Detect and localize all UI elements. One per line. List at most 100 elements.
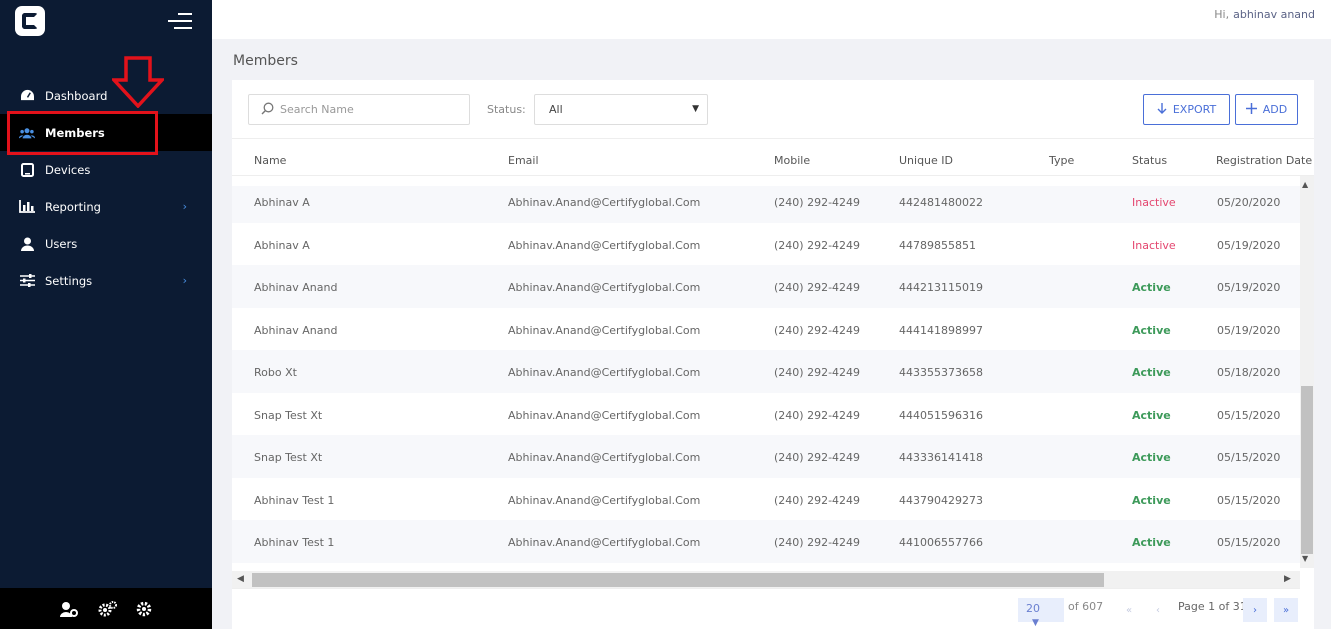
chevron-right-icon: › [182,274,187,287]
column-header-email[interactable]: Email [508,154,539,167]
cell-registration-date: 05/19/2020 [1217,238,1281,252]
chevron-right-icon: › [1253,604,1257,616]
column-header-type[interactable]: Type [1049,154,1074,167]
cell-unique-id: 443790429273 [899,493,983,507]
table-row[interactable]: Abhinav A Abhinav.Anand@Certifyglobal.Com… [232,186,1300,223]
cell-mobile: (240) 292-4249 [774,281,861,294]
cell-status: Active [1132,281,1171,294]
cell-mobile: (240) 292-4249 [774,366,861,379]
cell-name: Abhinav Test 1 [254,536,335,549]
horizontal-scroll-thumb[interactable] [252,573,1104,587]
column-header-mobile[interactable]: Mobile [774,154,810,167]
page-size-select[interactable]: 20 ▼ [1018,598,1064,628]
sidebar-item-reporting[interactable]: Reporting › [0,188,212,225]
cell-name: Abhinav A [254,196,310,209]
cell-registration-date: 05/15/2020 [1217,408,1281,422]
table-row[interactable]: Snap Test Xt Abhinav.Anand@Certifyglobal.… [232,393,1300,436]
sidebar-item-label: Settings [45,273,93,288]
table-body: Abhinav A Abhinav.Anand@Certifyglobal.Com… [232,186,1300,571]
cell-unique-id: 441006557766 [899,536,983,549]
scroll-down-icon[interactable]: ▼ [1302,554,1308,563]
user-icon [19,237,35,251]
page-title: Members [233,53,298,69]
double-chevron-right-icon: » [1282,604,1290,616]
add-member-button[interactable]: ADD [1235,94,1298,125]
user-greeting[interactable]: Hi, abhinav anand [1214,8,1315,21]
table-row[interactable]: Abhinav A Abhinav.Anand@Certifyglobal.Com… [232,223,1300,266]
cell-unique-id: 444051596316 [899,408,983,422]
sidebar-item-label: Reporting [45,199,101,214]
table-row[interactable]: Abhinav Anand Abhinav.Anand@Certifyglobal… [232,265,1300,308]
page-indicator: Page 1 of 31 [1178,600,1247,613]
sidebar-item-label: Dashboard [45,88,108,103]
export-button[interactable]: EXPORT [1143,94,1230,125]
app-logo[interactable] [15,6,45,36]
cell-mobile: (240) 292-4249 [774,408,861,422]
sidebar-footer [0,588,212,629]
cogs-icon[interactable] [98,600,117,617]
cell-email: Abhinav.Anand@Certifyglobal.Com [508,536,701,549]
column-header-unique-id[interactable]: Unique ID [899,154,953,167]
status-filter-select[interactable]: All ▼ [534,94,708,125]
cell-registration-date: 05/15/2020 [1217,536,1281,549]
search-icon [261,100,274,119]
cell-email: Abhinav.Anand@Certifyglobal.Com [508,323,701,337]
gear-icon[interactable] [136,601,152,617]
arrow-down-icon [1157,102,1167,117]
menu-toggle-icon[interactable] [168,13,192,29]
cell-status: Inactive [1132,238,1176,252]
cell-status: Active [1132,536,1171,549]
cell-registration-date: 05/15/2020 [1217,493,1281,507]
table-row[interactable]: Robo Xt Abhinav.Anand@Certifyglobal.Com (2… [232,350,1300,393]
cell-email: Abhinav.Anand@Certifyglobal.Com [508,196,701,209]
sidebar-item-dashboard[interactable]: Dashboard [0,77,212,114]
table-row[interactable]: Abhinav Test 1 Abhinav.Anand@Certifygloba… [232,478,1300,521]
scroll-up-icon[interactable]: ▲ [1302,180,1308,189]
plus-icon [1245,102,1257,117]
cell-mobile: (240) 292-4249 [774,451,861,464]
vertical-scroll-thumb[interactable] [1301,386,1313,554]
bar-chart-icon [19,200,35,214]
chevron-right-icon: › [182,200,187,213]
user-settings-icon[interactable] [60,601,78,617]
column-header-name[interactable]: Name [254,154,286,167]
add-label: ADD [1262,103,1288,116]
table-row[interactable]: Abhinav Test 1 Abhinav.Anand@Certifygloba… [232,520,1300,563]
sidebar-item-users[interactable]: Users [0,225,212,262]
search-input[interactable] [280,103,460,116]
cell-status: Active [1132,493,1171,507]
next-page-button[interactable]: › [1243,598,1267,622]
last-page-button[interactable]: » [1274,598,1298,622]
search-box[interactable] [248,94,470,125]
devices-icon [19,162,35,177]
username: abhinav anand [1233,8,1315,21]
cell-status: Active [1132,366,1171,379]
export-label: EXPORT [1172,103,1217,116]
table-row[interactable]: Snap Test Xt Abhinav.Anand@Certifyglobal.… [232,435,1300,478]
sidebar: Dashboard Members Devices Reporting › Us… [0,0,212,629]
sidebar-item-settings[interactable]: Settings › [0,262,212,299]
table-header: Name Email Mobile Unique ID Type Status … [232,138,1314,176]
cell-email: Abhinav.Anand@Certifyglobal.Com [508,366,701,379]
cell-email: Abhinav.Anand@Certifyglobal.Com [508,238,701,252]
sidebar-item-devices[interactable]: Devices [0,151,212,188]
cell-mobile: (240) 292-4249 [774,196,861,209]
vertical-scrollbar[interactable]: ▲ ▼ [1300,176,1314,568]
status-filter-label: Status: [487,103,526,116]
horizontal-scrollbar[interactable]: ◀ ▶ [232,571,1300,589]
cell-status: Active [1132,451,1171,464]
prev-page-button[interactable]: ‹ [1146,598,1170,622]
scroll-right-icon[interactable]: ▶ [1284,574,1291,584]
table-row[interactable]: Abhinav Anand Abhinav.Anand@Certifyglobal… [232,308,1300,351]
cell-mobile: (240) 292-4249 [774,323,861,337]
annotation-arrow-down-icon [112,56,164,108]
sidebar-item-label: Users [45,236,78,251]
page-size-value: 20 [1026,602,1040,615]
cell-registration-date: 05/20/2020 [1217,196,1281,209]
cell-unique-id: 444213115019 [899,281,983,294]
cell-registration-date: 05/15/2020 [1217,451,1281,464]
column-header-status[interactable]: Status [1132,154,1167,167]
first-page-button[interactable]: « [1117,598,1141,622]
scroll-left-icon[interactable]: ◀ [237,574,244,584]
column-header-registration-date[interactable]: Registration Date [1216,154,1312,167]
